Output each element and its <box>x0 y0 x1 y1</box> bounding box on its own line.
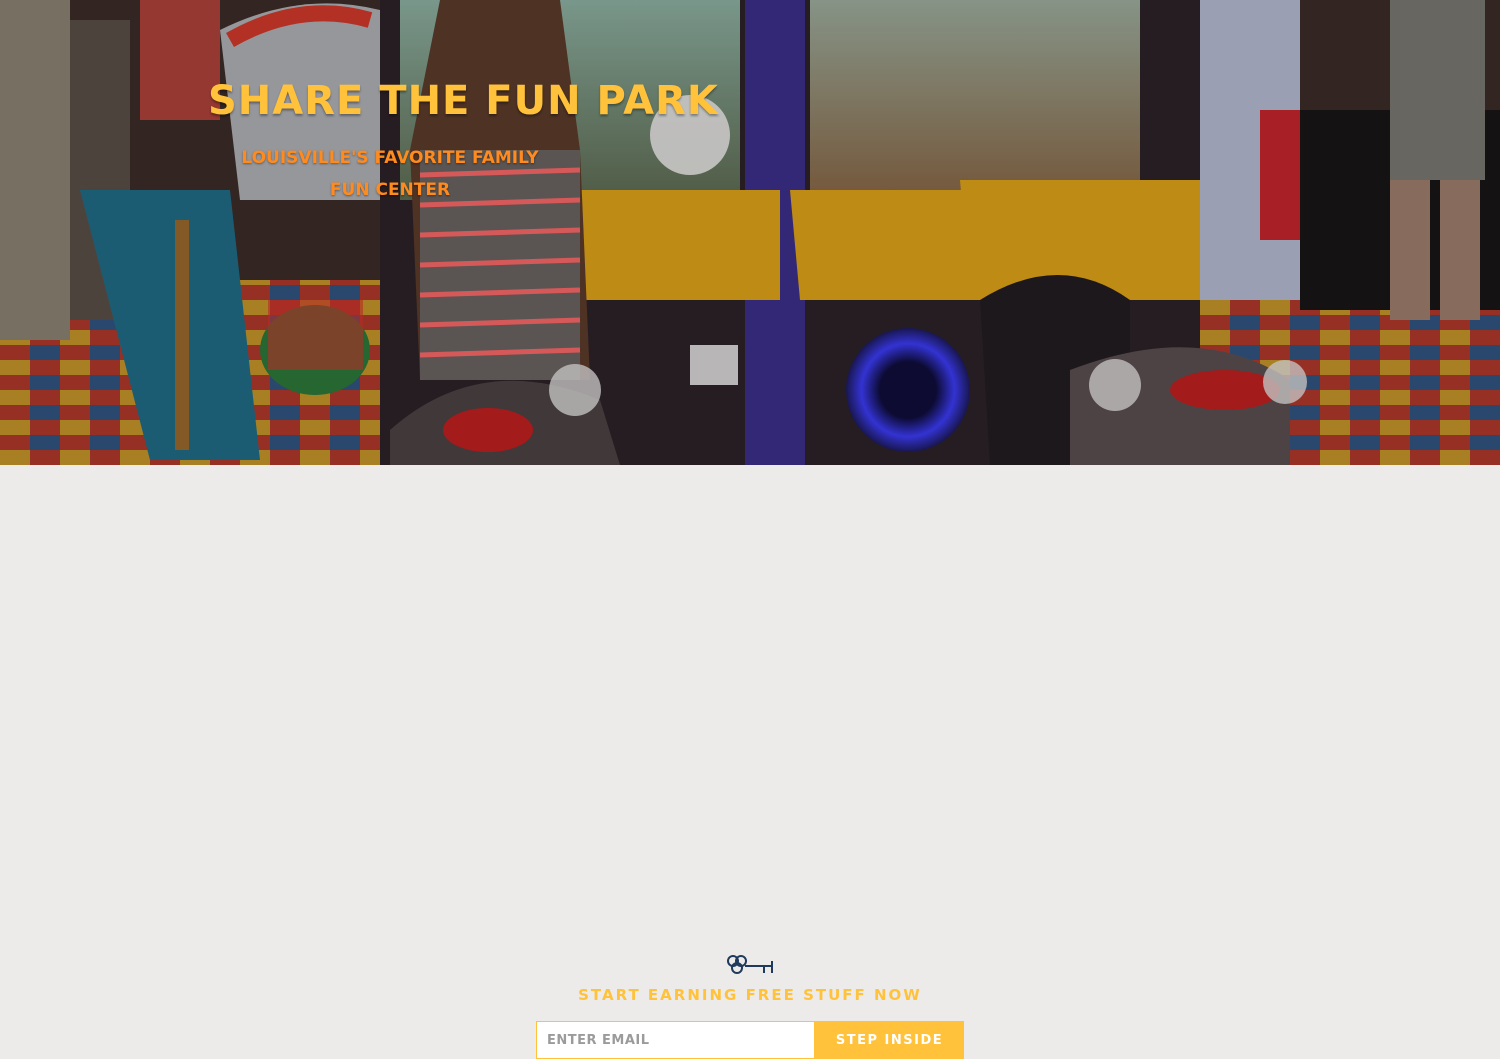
signup-tagline: Start Earning Free Stuff Now <box>578 986 922 1004</box>
hero-overlay <box>0 0 1500 465</box>
hero-subtitle: Louisville's Favorite Family Fun Center <box>241 148 539 200</box>
hero-title: Share the Fun Park <box>208 78 719 124</box>
hero-banner: Share the Fun Park Louisville's Favorite… <box>0 0 1500 465</box>
key-icon <box>727 955 773 974</box>
email-signup-form: Step Inside <box>536 1021 964 1059</box>
step-inside-button[interactable]: Step Inside <box>815 1021 964 1059</box>
email-input[interactable] <box>536 1021 815 1059</box>
signup-section: Start Earning Free Stuff Now Step Inside <box>0 465 1500 1059</box>
